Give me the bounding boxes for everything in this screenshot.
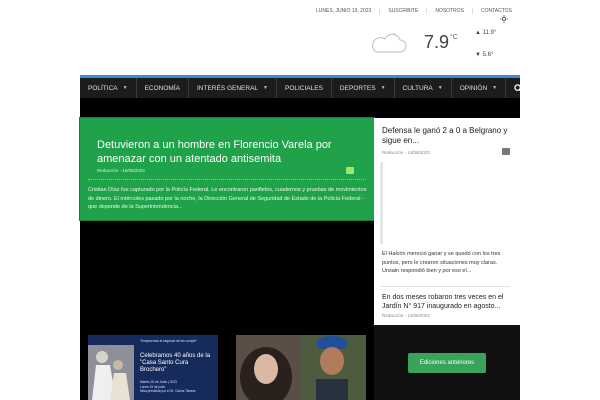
- chevron-down-icon: ▼: [437, 85, 443, 91]
- chevron-down-icon: ▼: [492, 85, 498, 91]
- sidebar-post-excerpt: El Halcón mereció ganar y se quedó con l…: [382, 251, 501, 274]
- article-thumbnail-celebration[interactable]: "Empecemos el segundo de los cumple" Cel…: [88, 335, 218, 400]
- thumbnail-image: [236, 335, 366, 400]
- comment-count-badge[interactable]: [346, 167, 354, 174]
- contact-link[interactable]: CONTACTOS: [471, 8, 520, 14]
- sidebar-post-title-2[interactable]: En dos meses robaron tres veces en el Ja…: [382, 293, 512, 311]
- featured-excerpt: Cristian Díaz fue capturado por la Polic…: [88, 187, 367, 210]
- sidebar-news: Defensa le ganó 2 a 0 a Belgrano y sigue…: [374, 118, 520, 325]
- thumbnail-heading: Celebramos 40 años de la "Casa Santo Cur…: [140, 353, 211, 373]
- sidebar-post-date-2: 12/06/2023: [407, 313, 430, 318]
- featured-date: 16/06/2023: [122, 168, 145, 173]
- nav-label: OPINIÓN: [459, 84, 488, 92]
- top-utility-bar: LUNES, JUNIO 19, 2023 SUSCRIBITE NOSOTRO…: [308, 4, 520, 18]
- sidebar-post-meta: Redacción - 14/06/2023: [382, 150, 430, 155]
- nav-label: CULTURA: [402, 84, 433, 92]
- nav-item-economia[interactable]: ECONOMÍA: [137, 78, 189, 98]
- current-date: LUNES, JUNIO 19, 2023: [316, 8, 372, 14]
- divider: [380, 286, 510, 287]
- sidebar-post-author[interactable]: Redacción: [382, 150, 403, 155]
- min-temperature: ▼ 5.6°: [475, 52, 494, 58]
- sidebar-post-title[interactable]: Defensa le ganó 2 a 0 a Belgrano y sigue…: [382, 126, 510, 146]
- about-link[interactable]: NOSOTROS: [426, 8, 472, 14]
- main-navigation: POLÍTICA ▼ ECONOMÍA INTERÉS GENERAL ▼ POLI…: [80, 75, 523, 98]
- subscribe-link[interactable]: SUSCRIBITE: [379, 8, 426, 14]
- divider: [88, 179, 366, 180]
- thumbnail-details: Martes 20 de Junio | 2023 Lunes 19 de ju…: [140, 380, 216, 394]
- search-button[interactable]: [506, 78, 531, 98]
- cloud-night-icon: [372, 33, 407, 53]
- sidebar-post-date: 14/06/2023: [407, 150, 430, 155]
- thumbnail-tagline: "Empecemos el segundo de los cumple": [140, 339, 198, 343]
- nav-item-politica[interactable]: POLÍTICA ▼: [80, 78, 137, 98]
- sidebar-post-image[interactable]: [380, 162, 383, 244]
- max-temperature: ▲ 11.9°: [475, 30, 497, 36]
- chevron-down-icon: ▼: [380, 85, 386, 91]
- nav-label: DEPORTES: [339, 84, 376, 92]
- featured-title[interactable]: Detuvieron a un hombre en Florencio Vare…: [97, 138, 367, 166]
- chevron-down-icon: ▼: [263, 85, 268, 91]
- featured-article[interactable]: Detuvieron a un hombre en Florencio Vare…: [80, 118, 374, 220]
- nav-label: POLÍTICA: [88, 84, 118, 92]
- comment-icon[interactable]: [502, 148, 510, 155]
- location-icon[interactable]: [500, 15, 508, 23]
- nav-item-policiales[interactable]: POLICIALES: [277, 78, 332, 98]
- nav-label: POLICIALES: [284, 84, 323, 92]
- page: LUNES, JUNIO 19, 2023 SUSCRIBITE NOSOTRO…: [0, 0, 600, 400]
- nav-item-cultura[interactable]: CULTURA ▼: [395, 78, 452, 98]
- previous-editions-button[interactable]: Ediciones anteriores: [408, 353, 486, 373]
- temperature-unit: °C: [450, 34, 458, 41]
- sidebar-post-author-2[interactable]: Redacción: [382, 313, 403, 318]
- chevron-down-icon: ▼: [122, 85, 128, 91]
- nav-label: ECONOMÍA: [144, 84, 180, 92]
- nav-item-opinion[interactable]: OPINIÓN ▼: [452, 78, 507, 98]
- sidebar-post-meta-2: Redacción - 12/06/2023: [382, 313, 430, 318]
- article-thumbnail-people[interactable]: [236, 335, 366, 400]
- nav-label: INTERÉS GENERAL: [196, 84, 259, 92]
- featured-author[interactable]: Redacción: [97, 168, 118, 173]
- nav-item-interes-general[interactable]: INTERÉS GENERAL ▼: [189, 78, 277, 98]
- nav-item-deportes[interactable]: DEPORTES ▼: [332, 78, 395, 98]
- min-temp-value: 5.6°: [482, 52, 494, 58]
- search-icon: [514, 83, 523, 93]
- featured-meta: Redacción - 16/06/2023: [97, 168, 145, 173]
- thumbnail-detail-line: Misa presidida por el Sr. Carlos Tissera: [140, 389, 196, 393]
- current-temperature: 7.9: [424, 32, 450, 52]
- max-temp-value: 11.9°: [482, 30, 497, 36]
